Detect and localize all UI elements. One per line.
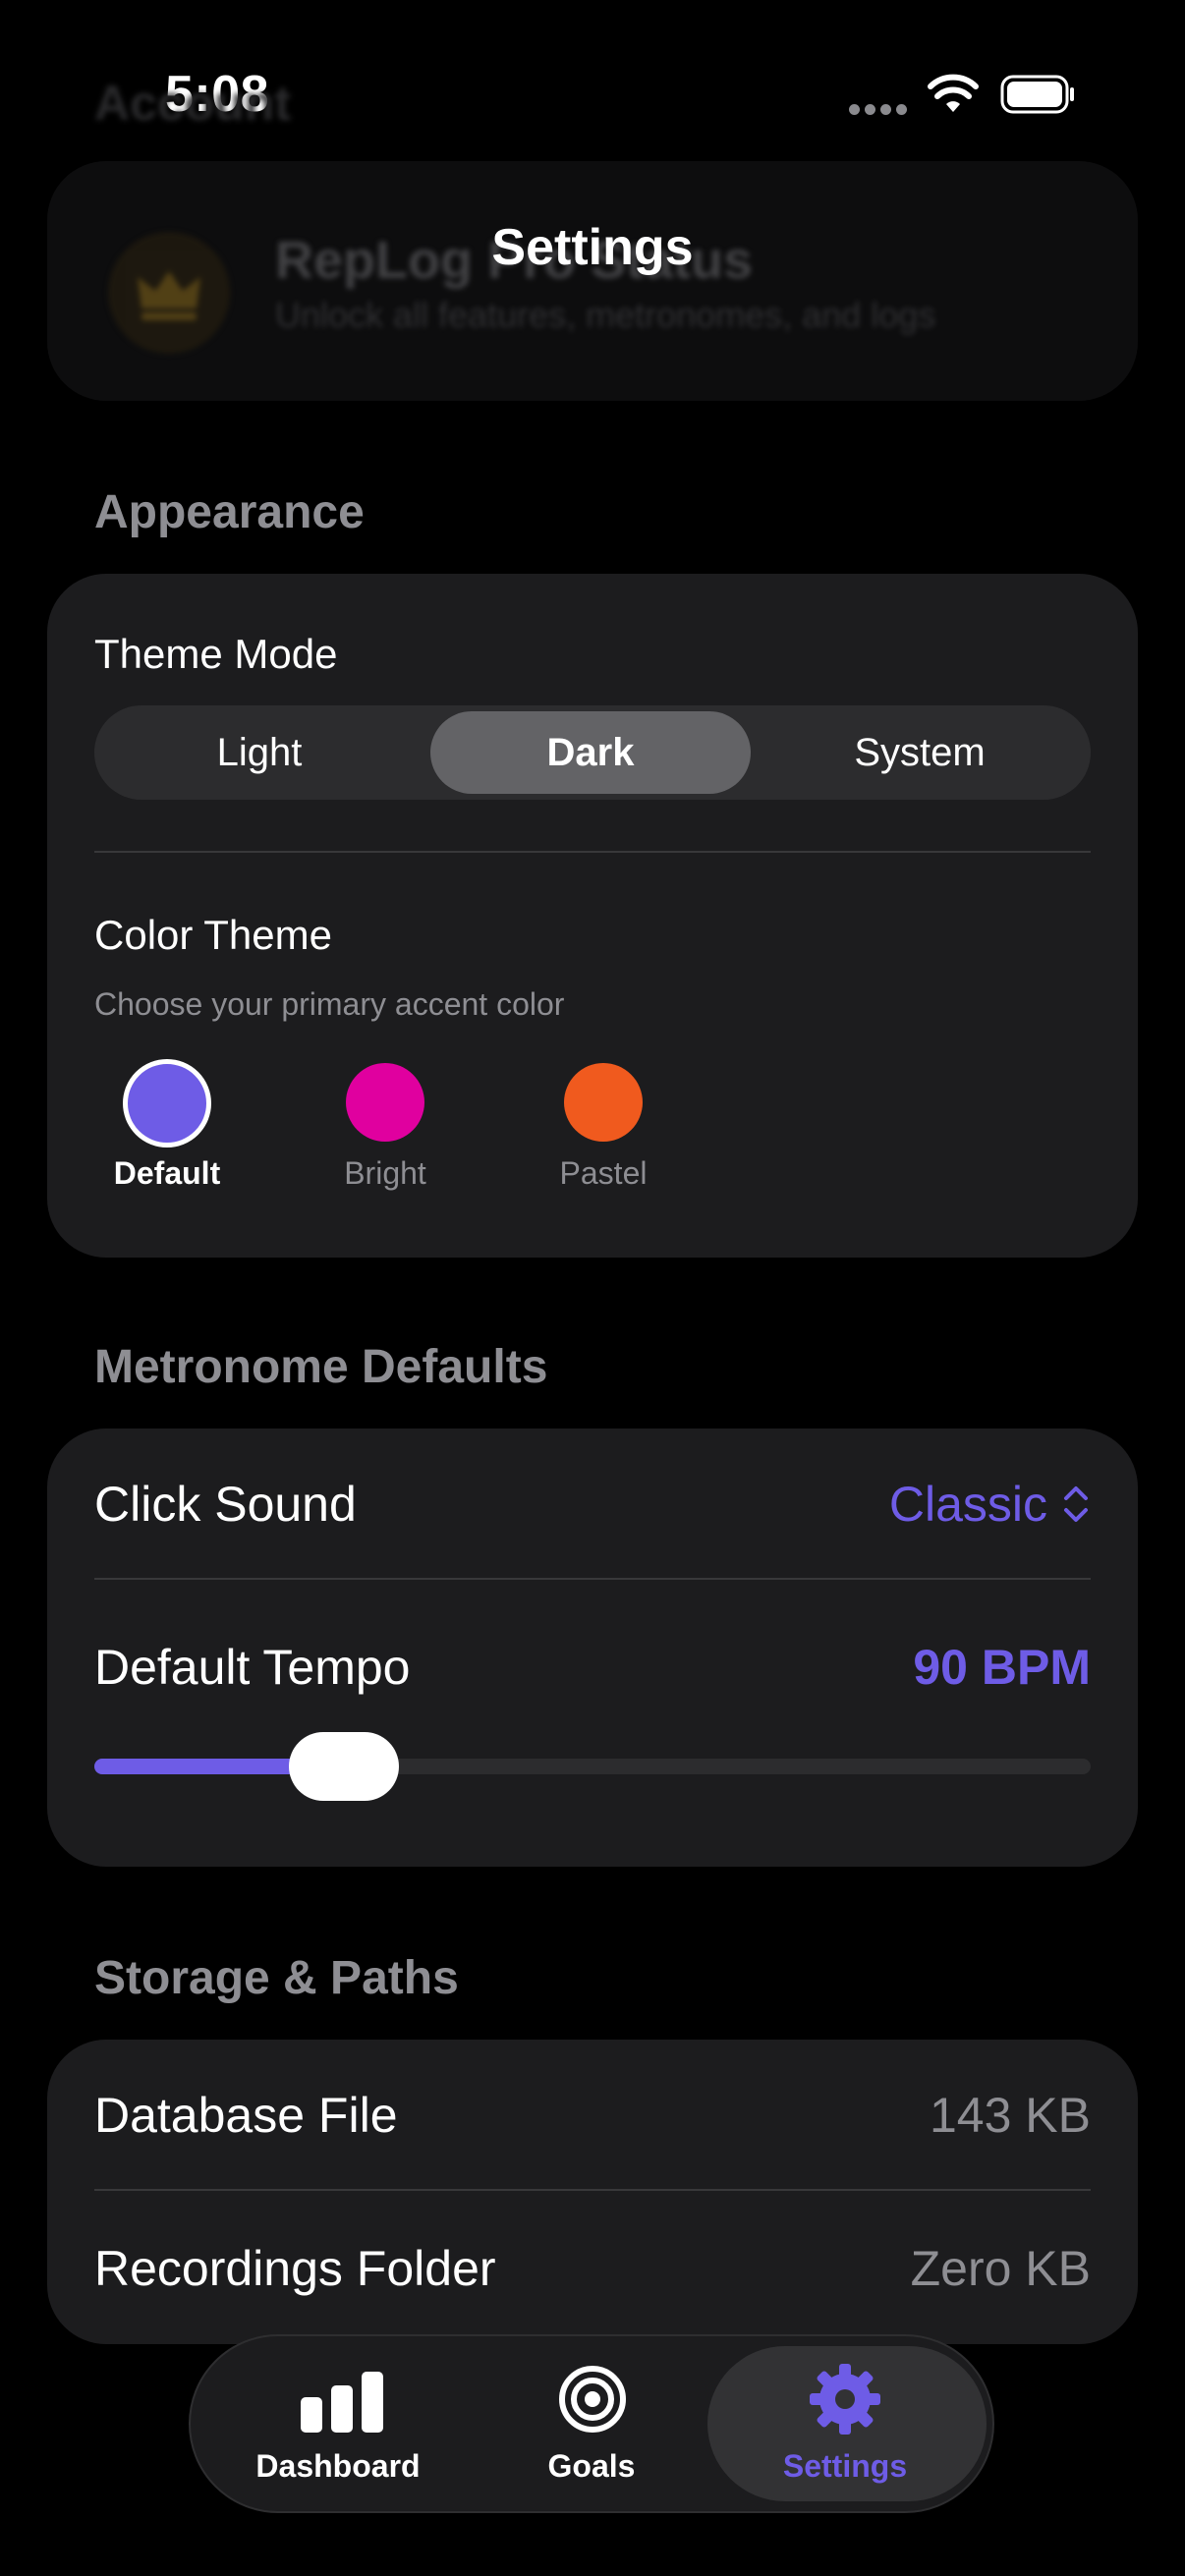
theme-mode-segmented-control: Light Dark System	[94, 705, 1091, 800]
tab-dashboard[interactable]: Dashboard	[220, 2350, 456, 2497]
click-sound-picker[interactable]: Classic	[889, 1476, 1091, 1533]
page-title: Settings	[491, 219, 694, 276]
divider	[94, 851, 1091, 853]
tempo-slider-thumb[interactable]	[288, 1732, 399, 1801]
bar-chart-icon	[301, 2372, 383, 2433]
recordings-folder-label: Recordings Folder	[94, 2241, 496, 2296]
swatch-default[interactable]	[123, 1059, 211, 1148]
swatch-bright[interactable]	[346, 1063, 424, 1142]
database-file-label: Database File	[94, 2088, 398, 2143]
account-section-header: Account	[94, 76, 291, 131]
tab-goals[interactable]: Goals	[474, 2350, 709, 2497]
color-theme-subtitle: Choose your primary accent color	[94, 986, 565, 1022]
tab-settings-label: Settings	[782, 2448, 908, 2484]
default-tempo-value: 90 BPM	[913, 1640, 1091, 1695]
swatch-default-label: Default	[113, 1155, 221, 1191]
theme-mode-dark[interactable]: Dark	[430, 711, 751, 794]
theme-mode-label: Theme Mode	[94, 631, 338, 677]
storage-section-header: Storage & Paths	[94, 1952, 459, 2004]
click-sound-value: Classic	[888, 1477, 1047, 1532]
swatch-pastel[interactable]	[564, 1063, 643, 1142]
metronome-section-header: Metronome Defaults	[94, 1341, 548, 1393]
pro-status-card[interactable]: RepLog Pro Status Unlock all features, m…	[47, 161, 1138, 401]
divider	[94, 1578, 1091, 1580]
chevron-up-down-icon	[1064, 1486, 1088, 1522]
color-theme-label: Color Theme	[94, 912, 332, 958]
recordings-folder-size: Zero KB	[910, 2241, 1091, 2296]
theme-mode-system[interactable]: System	[753, 705, 1087, 800]
target-icon	[559, 2366, 626, 2433]
gear-icon	[810, 2364, 880, 2435]
tab-dashboard-label: Dashboard	[255, 2448, 421, 2484]
cellular-signal-icon	[849, 104, 908, 116]
divider	[94, 2189, 1091, 2191]
tab-settings[interactable]: Settings	[727, 2350, 963, 2497]
wifi-icon	[928, 74, 979, 112]
appearance-section-header: Appearance	[94, 486, 365, 538]
theme-mode-light[interactable]: Light	[94, 705, 424, 800]
storage-card	[47, 2040, 1138, 2344]
default-tempo-label: Default Tempo	[94, 1640, 411, 1695]
swatch-pastel-label: Pastel	[559, 1155, 648, 1191]
tab-goals-label: Goals	[547, 2448, 636, 2484]
swatch-bright-label: Bright	[344, 1155, 426, 1191]
database-file-size: 143 KB	[929, 2088, 1091, 2143]
battery-icon	[1000, 75, 1074, 114]
pro-status-subtitle: Unlock all features, metronomes, and log…	[275, 295, 936, 335]
click-sound-label: Click Sound	[94, 1477, 357, 1532]
